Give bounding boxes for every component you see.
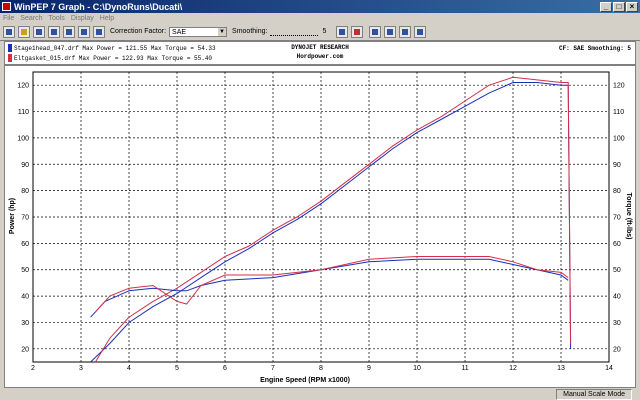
x-tick-label: 12 [509, 365, 517, 372]
x-tick-label: 3 [79, 365, 83, 372]
y-tick-label-left: 20 [21, 346, 29, 353]
zoom-icon[interactable] [78, 25, 90, 38]
toolbar: Correction Factor: SAE ▼ Smoothing: 5 [0, 23, 640, 41]
y-tick-label-left: 80 [21, 188, 29, 195]
y-tick-label-right: 50 [613, 267, 621, 274]
correction-select[interactable]: SAE ▼ [169, 26, 228, 37]
dyno-icon[interactable] [18, 25, 30, 38]
status-mode: Manual Scale Mode [556, 389, 632, 400]
x-tick-label: 14 [605, 365, 613, 372]
title-bar: WinPEP 7 Graph - C:\DynoRuns\Ducati\ _ □… [0, 0, 640, 13]
app-icon [2, 2, 11, 11]
y-tick-label-right: 60 [613, 241, 621, 248]
save-icon[interactable] [3, 25, 15, 38]
cf-info: CF: SAE Smoothing: 5 [558, 45, 631, 52]
y-tick-label-left: 40 [21, 294, 29, 301]
company-title: DYNOJET RESEARCH [291, 44, 349, 51]
x-tick-label: 7 [271, 365, 275, 372]
x-tick-label: 11 [461, 365, 468, 372]
y-tick-label-left: 60 [21, 241, 29, 248]
x-tick-label: 13 [557, 365, 565, 372]
window-title: WinPEP 7 Graph - C:\DynoRuns\Ducati\ [14, 1, 183, 12]
print-icon[interactable] [63, 25, 75, 38]
correction-label: Correction Factor: [110, 28, 167, 35]
y-tick-label-right: 110 [613, 109, 624, 116]
compare-icon[interactable] [369, 25, 382, 38]
overlay-icon[interactable] [384, 25, 397, 38]
open-icon[interactable] [33, 25, 45, 38]
y-tick-label-left: 30 [21, 320, 29, 327]
y-tick-label-right: 70 [613, 215, 621, 222]
y-tick-label-left: 50 [21, 267, 29, 274]
x-tick-label: 4 [127, 365, 131, 372]
y-axis-label-right: Torque (ft-lbs) [625, 193, 632, 240]
y-axis-label-left: Power (hp) [9, 198, 16, 234]
x-tick-label: 8 [319, 365, 323, 372]
menu-file[interactable]: File [0, 15, 17, 22]
scale-icon[interactable] [399, 25, 412, 38]
clear-icon[interactable] [351, 25, 364, 38]
graph-header: Stage1head_047.drf Max Power = 121.55 Ma… [4, 41, 636, 65]
chart-svg: 2 3 4 5 6 7 8 9 10 11 12 13 14 20 20 30 30 40 40 50 50 60 60 70… [9, 71, 632, 384]
y-tick-label-right: 90 [613, 162, 621, 169]
x-tick-label: 9 [367, 365, 371, 372]
y-tick-label-left: 70 [21, 215, 29, 222]
menu-tools[interactable]: Tools [45, 15, 67, 22]
status-bar: Manual Scale Mode [0, 389, 640, 400]
y-tick-label-right: 40 [613, 294, 621, 301]
y-tick-label-left: 90 [21, 162, 29, 169]
menu-help[interactable]: Help [97, 15, 117, 22]
smoothing-slider[interactable] [270, 27, 319, 36]
grid-icon[interactable] [336, 25, 349, 38]
x-tick-label: 2 [31, 365, 35, 372]
x-tick-label: 10 [413, 365, 421, 372]
minimize-button[interactable]: _ [600, 1, 612, 12]
y-tick-label-right: 100 [613, 135, 625, 142]
close-button[interactable]: × [626, 1, 638, 12]
export-icon[interactable] [414, 25, 427, 38]
maximize-button[interactable]: □ [613, 1, 625, 12]
y-tick-label-left: 110 [18, 109, 29, 116]
smoothing-value: 5 [322, 28, 327, 35]
y-tick-label-right: 80 [613, 188, 621, 195]
chevron-down-icon: ▼ [218, 27, 227, 36]
menu-search[interactable]: Search [17, 15, 45, 22]
graph-icon[interactable] [48, 25, 60, 38]
y-tick-label-left: 100 [17, 135, 29, 142]
y-tick-label-right: 20 [613, 346, 621, 353]
x-axis-label: Engine Speed (RPM x1000) [260, 377, 350, 384]
y-tick-label-right: 120 [613, 83, 625, 90]
menu-display[interactable]: Display [68, 15, 97, 22]
y-tick-label-left: 120 [17, 83, 29, 90]
correction-value: SAE [172, 28, 187, 36]
dyno-chart[interactable]: 2 3 4 5 6 7 8 9 10 11 12 13 14 20 20 30 30 40 40 50 50 60 60 70… [4, 65, 636, 388]
menu-bar: File Search Tools Display Help [0, 13, 640, 23]
x-tick-label: 5 [175, 365, 179, 372]
site-title: Hordpower.com [296, 53, 344, 60]
settings-icon[interactable] [93, 25, 105, 38]
x-tick-label: 6 [223, 365, 227, 372]
y-tick-label-right: 30 [613, 320, 621, 327]
smoothing-label: Smoothing: [232, 28, 268, 35]
